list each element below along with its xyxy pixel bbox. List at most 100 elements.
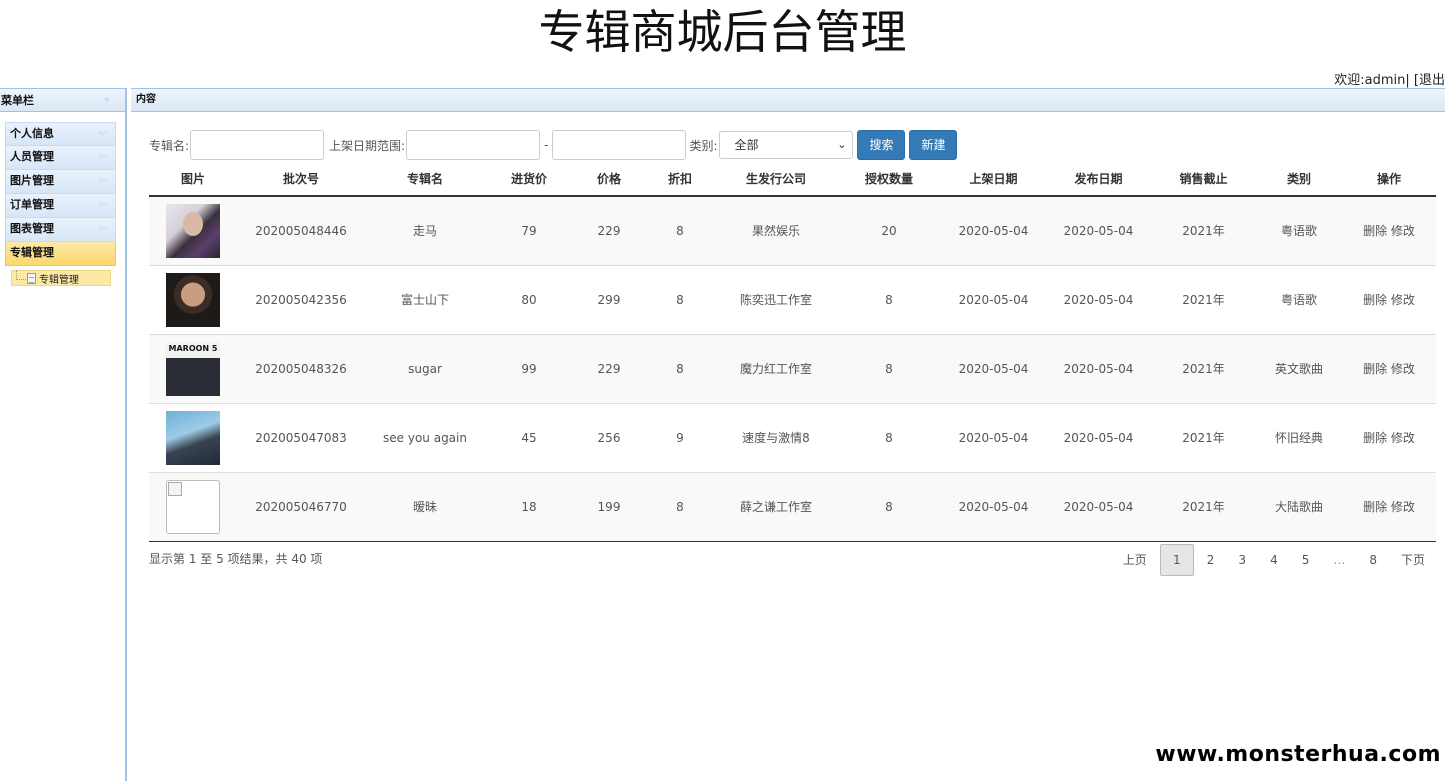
album-cover-image: MAROON 5 <box>166 341 220 396</box>
delete-link[interactable]: 删除 <box>1363 431 1387 445</box>
edit-link[interactable]: 修改 <box>1391 431 1415 445</box>
discount-cell: 8 <box>645 195 715 265</box>
chevron-down-icon: ︾ <box>97 132 107 142</box>
column-header[interactable]: 授权数量 <box>837 162 941 197</box>
cost-cell: 45 <box>485 402 573 472</box>
column-header[interactable]: 生发行公司 <box>715 162 837 197</box>
album-cover-image <box>166 203 220 258</box>
album-name-cell: 走马 <box>365 195 485 265</box>
cost-cell: 18 <box>485 471 573 542</box>
sidebar-item-label: 人员管理 <box>10 150 54 163</box>
delete-link[interactable]: 删除 <box>1363 362 1387 376</box>
sidebar-item-order-management[interactable]: 订单管理 ︾ <box>5 194 116 218</box>
column-header[interactable]: 类别 <box>1256 162 1342 197</box>
cost-cell: 80 <box>485 264 573 334</box>
edit-link[interactable]: 修改 <box>1391 362 1415 376</box>
sidebar-item-label: 个人信息 <box>10 127 54 140</box>
content-title: 内容 <box>136 94 156 105</box>
release-date-cell: 2020-05-04 <box>1046 471 1151 542</box>
sale-end-cell: 2021年 <box>1151 195 1256 265</box>
license-cell: 8 <box>837 402 941 472</box>
release-date-cell: 2020-05-04 <box>1046 264 1151 334</box>
table-row: 202005048446 走马 79 229 8 果然娱乐 20 2020-05… <box>149 195 1436 265</box>
date-end-input[interactable] <box>552 130 687 160</box>
discount-cell: 8 <box>645 264 715 334</box>
cost-cell: 79 <box>485 195 573 265</box>
chevron-down-icon: ︾ <box>97 179 107 189</box>
price-cell: 229 <box>573 333 645 403</box>
sale-end-cell: 2021年 <box>1151 471 1256 542</box>
chevron-down-icon: ⌄ <box>837 138 847 151</box>
column-header[interactable]: 专辑名 <box>365 162 485 197</box>
page-button[interactable]: 4 <box>1259 544 1289 576</box>
license-cell: 8 <box>837 471 941 542</box>
shelf-date-cell: 2020-05-04 <box>941 402 1046 472</box>
sidebar-item-user-management[interactable]: 人员管理 ︾ <box>5 146 116 170</box>
prev-page-button[interactable]: 上页 <box>1112 544 1158 576</box>
welcome-logout[interactable]: 欢迎:admin| [退出 <box>1334 69 1445 88</box>
edit-link[interactable]: 修改 <box>1391 293 1415 307</box>
table-row: 202005042356 富士山下 80 299 8 陈奕迅工作室 8 2020… <box>149 264 1436 334</box>
sidebar-item-personal-info[interactable]: 个人信息 ︾ <box>5 122 116 146</box>
category-cell: 大陆歌曲 <box>1256 471 1342 542</box>
column-header[interactable]: 折扣 <box>645 162 715 197</box>
discount-cell: 9 <box>645 402 715 472</box>
price-cell: 256 <box>573 402 645 472</box>
edit-link[interactable]: 修改 <box>1391 500 1415 514</box>
column-header[interactable]: 图片 <box>149 162 237 197</box>
album-name-input[interactable] <box>190 130 325 160</box>
sidebar-item-label: 图片管理 <box>10 174 54 187</box>
collapse-icon[interactable]: « <box>103 95 113 105</box>
category-label: 类别: <box>689 138 718 153</box>
batch-cell: 202005048326 <box>237 333 365 403</box>
chevron-down-icon: ︾ <box>97 227 107 237</box>
sidebar-item-chart-management[interactable]: 图表管理 ︾ <box>5 218 116 242</box>
sidebar-item-image-management[interactable]: 图片管理 ︾ <box>5 170 116 194</box>
sidebar-header: 菜单栏 « <box>0 88 125 112</box>
shelf-date-cell: 2020-05-04 <box>941 471 1046 542</box>
publisher-cell: 果然娱乐 <box>715 195 837 265</box>
page-ellipsis: … <box>1333 553 1346 567</box>
edit-link[interactable]: 修改 <box>1391 224 1415 238</box>
table-row: MAROON 5 202005048326 sugar 99 229 8 魔力红… <box>149 333 1436 403</box>
delete-link[interactable]: 删除 <box>1363 224 1387 238</box>
column-header[interactable]: 进货价 <box>485 162 573 197</box>
album-name-cell: sugar <box>365 333 485 403</box>
column-header[interactable]: 销售截止 <box>1151 162 1256 197</box>
actions-cell: 删除 修改 <box>1342 402 1436 472</box>
column-header[interactable]: 上架日期 <box>941 162 1046 197</box>
chevron-up-icon: ︽ <box>97 251 107 261</box>
pagination: 上页 1 2 3 4 5 … 8 下页 <box>1110 544 1436 576</box>
category-select-value: 全部 <box>734 138 759 152</box>
page-button-current[interactable]: 1 <box>1159 544 1194 576</box>
price-cell: 199 <box>573 471 645 542</box>
actions-cell: 删除 修改 <box>1342 333 1436 403</box>
sidebar-item-label: 订单管理 <box>10 198 54 211</box>
category-select[interactable]: 全部 ⌄ <box>719 131 854 159</box>
next-page-button[interactable]: 下页 <box>1390 544 1436 576</box>
date-start-input[interactable] <box>406 130 541 160</box>
page-button[interactable]: 2 <box>1196 544 1226 576</box>
date-range-separator: - <box>544 138 549 152</box>
delete-link[interactable]: 删除 <box>1363 293 1387 307</box>
album-name-cell: 富士山下 <box>365 264 485 334</box>
release-date-cell: 2020-05-04 <box>1046 333 1151 403</box>
column-header[interactable]: 发布日期 <box>1046 162 1151 197</box>
album-name-cell: see you again <box>365 402 485 472</box>
shelf-date-cell: 2020-05-04 <box>941 264 1046 334</box>
column-header[interactable]: 操作 <box>1342 162 1436 197</box>
column-header[interactable]: 价格 <box>573 162 645 197</box>
sidebar-item-label: 图表管理 <box>10 222 54 235</box>
page-button[interactable]: 5 <box>1291 544 1321 576</box>
sidebar-item-album-management[interactable]: 专辑管理 ︽ <box>5 242 116 266</box>
new-button[interactable]: 新建 <box>909 130 958 160</box>
submenu-item-album-management[interactable]: 专辑管理 <box>11 270 111 286</box>
column-header[interactable]: 批次号 <box>237 162 365 197</box>
table-row: 202005046770 暧昧 18 199 8 薛之谦工作室 8 2020-0… <box>149 471 1436 542</box>
page-button[interactable]: 3 <box>1227 544 1257 576</box>
publisher-cell: 薛之谦工作室 <box>715 471 837 542</box>
page-button[interactable]: 8 <box>1358 544 1388 576</box>
sidebar: 菜单栏 « 个人信息 ︾ 人员管理 ︾ 图片管理 ︾ 订单管理 ︾ 图表管理 ︾… <box>0 88 127 781</box>
search-button[interactable]: 搜索 <box>857 130 906 160</box>
delete-link[interactable]: 删除 <box>1363 500 1387 514</box>
